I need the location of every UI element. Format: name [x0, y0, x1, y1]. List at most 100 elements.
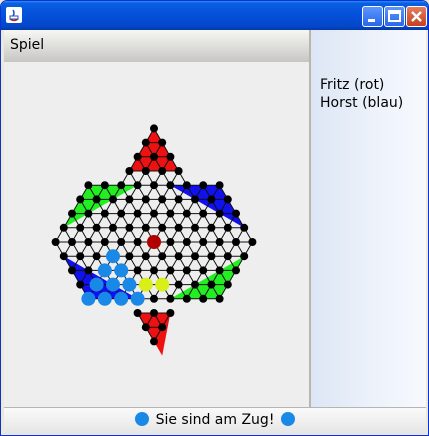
board-hole [141, 252, 150, 261]
game-board-panel [4, 62, 309, 407]
board-hole [166, 209, 175, 218]
board-hole [182, 181, 191, 190]
board-hole [199, 209, 208, 218]
board-hole [191, 195, 199, 204]
board-hole [133, 152, 142, 161]
blue-piece [130, 291, 145, 306]
minimize-icon [368, 19, 375, 22]
board-hole [150, 337, 158, 346]
board-hole [150, 309, 158, 317]
blue-piece [106, 249, 120, 264]
board-hole [158, 223, 167, 232]
board-hole [92, 252, 101, 261]
board-hole [215, 209, 224, 218]
board-hole [100, 209, 109, 218]
board-hole [68, 266, 76, 275]
close-icon [411, 11, 422, 22]
board-hole [133, 266, 142, 275]
player-entry-fritz: Fritz (rot) [320, 77, 385, 93]
board-hole [158, 195, 167, 204]
player-panel: Fritz (rot) Horst (blau) [311, 30, 426, 407]
title-bar[interactable] [1, 1, 428, 30]
board-hole [166, 181, 175, 190]
board-hole [182, 209, 191, 218]
blue-piece [114, 263, 129, 278]
board-hole [100, 238, 109, 246]
board-hole [76, 195, 85, 204]
blue-piece [97, 263, 112, 278]
red-home-triangle-top [129, 128, 179, 171]
board-hole [199, 266, 208, 275]
board-hole [141, 323, 150, 332]
board-hole [174, 280, 183, 289]
blue-piece [97, 291, 112, 306]
board-hole [141, 195, 150, 204]
turn-indicator-icon [280, 412, 295, 426]
board-hole [223, 280, 232, 289]
highlight-marker [155, 277, 170, 292]
blue-piece [122, 277, 137, 292]
red-piece [147, 235, 161, 249]
board-hole [125, 252, 134, 261]
board-hole [92, 195, 101, 204]
board-hole [141, 138, 150, 147]
board-hole [174, 167, 183, 175]
board-hole [68, 238, 76, 246]
board-hole [166, 266, 175, 275]
board-hole [92, 223, 101, 232]
board-hole [182, 294, 191, 303]
board-hole [199, 181, 208, 190]
board-hole [109, 195, 117, 204]
status-bar: Sie sind am Zug! [4, 407, 426, 434]
board-hole [117, 181, 126, 190]
board-hole [240, 223, 249, 232]
board-hole [84, 181, 93, 190]
board-hole [158, 167, 167, 175]
blue-piece [106, 277, 120, 292]
board-hole [207, 195, 216, 204]
board-hole [76, 280, 85, 289]
menu-bar: Spiel [4, 30, 309, 62]
close-button[interactable] [406, 6, 427, 27]
maximize-icon [388, 10, 401, 22]
board-hole [232, 209, 240, 218]
board-hole [191, 252, 199, 261]
board-hole [223, 195, 232, 204]
board-hole [174, 195, 183, 204]
board-hole [215, 266, 224, 275]
board-hole [215, 181, 224, 190]
board-hole [182, 266, 191, 275]
board-hole [150, 209, 158, 218]
board-hole [191, 223, 199, 232]
board-hole [59, 223, 68, 232]
chinese-checkers-board[interactable] [4, 62, 309, 407]
board-hole [133, 181, 142, 190]
board-hole [125, 195, 134, 204]
maximize-button[interactable] [384, 6, 405, 27]
board-hole [223, 252, 232, 261]
board-hole [133, 309, 142, 317]
board-hole [191, 280, 199, 289]
board-hole [150, 181, 158, 190]
board-hole [207, 223, 216, 232]
board-hole [223, 223, 232, 232]
board-hole [133, 238, 142, 246]
board-hole [158, 138, 167, 147]
board-hole [150, 294, 158, 303]
board-hole [240, 252, 249, 261]
player-entry-horst: Horst (blau) [320, 95, 404, 111]
board-hole [141, 167, 150, 175]
board-hole [207, 280, 216, 289]
minimize-button[interactable] [362, 6, 383, 27]
menu-spiel[interactable]: Spiel [10, 37, 44, 53]
board-hole [150, 266, 158, 275]
board-hole [166, 294, 175, 303]
board-hole [84, 209, 93, 218]
board-hole [215, 238, 224, 246]
turn-indicator-icon [135, 412, 150, 426]
board-hole [174, 223, 183, 232]
board-hole [117, 209, 126, 218]
board-hole [215, 294, 224, 303]
highlight-marker [138, 277, 153, 292]
board-hole [232, 266, 240, 275]
